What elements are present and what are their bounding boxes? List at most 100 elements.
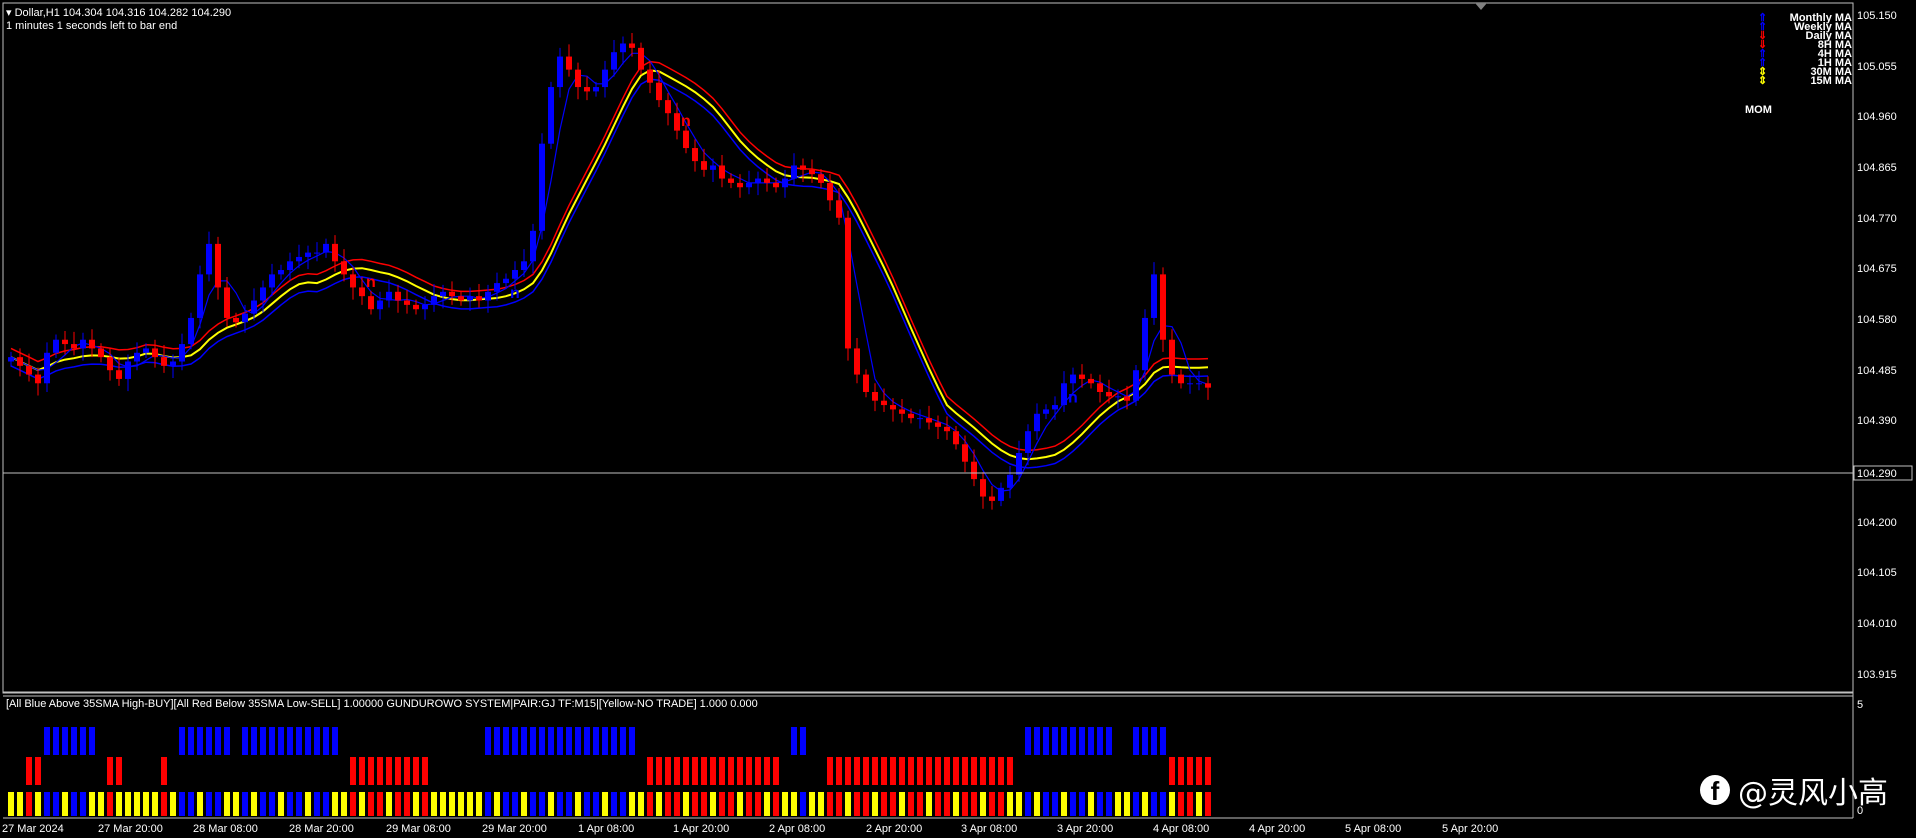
buy-signal-bar — [593, 727, 599, 755]
candle-body — [323, 243, 329, 253]
trend-signal-bar — [1106, 792, 1112, 816]
sell-signal-bar — [755, 757, 761, 785]
candle-body — [710, 165, 716, 170]
time-axis[interactable]: 27 Mar 2024 27 Mar 20:00 28 Mar 08:00 28… — [2, 823, 1498, 835]
buy-signal-bar — [611, 727, 617, 755]
trend-signal-bar — [854, 792, 860, 816]
candle-body — [746, 182, 752, 188]
candle-body — [134, 352, 140, 362]
sell-signal-bar — [971, 757, 977, 785]
trend-signal-bar — [638, 792, 644, 816]
time-label: 4 Apr 20:00 — [1249, 823, 1305, 835]
trend-signal-bar — [521, 792, 527, 816]
trend-signal-bar — [314, 792, 320, 816]
sell-signal-bar — [413, 757, 419, 785]
candle-body — [755, 178, 761, 183]
shift-marker-icon[interactable] — [1475, 3, 1487, 10]
price-tick: 104.010 — [1857, 618, 1897, 630]
sell-signal-bar — [116, 757, 122, 785]
candle-body — [584, 87, 590, 92]
buy-signal-bar — [1061, 727, 1067, 755]
sell-signal-bar — [719, 757, 725, 785]
time-label: 27 Mar 20:00 — [98, 823, 163, 835]
candle-body — [908, 413, 914, 419]
time-label: 3 Apr 20:00 — [1057, 823, 1113, 835]
sell-signal-bar — [1196, 757, 1202, 785]
trend-signal-bar — [26, 792, 32, 816]
candle-body — [377, 300, 383, 310]
trend-signal-bar — [827, 792, 833, 816]
trend-signal-bar — [1025, 792, 1031, 816]
trend-signal-bar — [530, 792, 536, 816]
price-axis[interactable]: 105.150 105.055 104.960 104.865 104.770 … — [1857, 10, 1897, 817]
trend-signal-bar — [458, 792, 464, 816]
trend-signal-bar — [197, 792, 203, 816]
buy-signal-bar — [296, 727, 302, 755]
candle-body — [638, 47, 644, 70]
candle-body — [71, 344, 77, 349]
candle-body — [863, 374, 869, 392]
candle-body — [521, 261, 527, 271]
time-label: 2 Apr 08:00 — [769, 823, 825, 835]
buy-signal-bar — [1097, 727, 1103, 755]
candle-body — [800, 165, 806, 170]
trend-signal-bar — [773, 792, 779, 816]
dropdown-triangle-icon[interactable]: ▾ — [6, 7, 12, 19]
trend-signal-bar — [251, 792, 257, 816]
candle-body — [674, 113, 680, 131]
time-label: 3 Apr 08:00 — [961, 823, 1017, 835]
buy-signal-bar — [53, 727, 59, 755]
buy-signal-bar — [1052, 727, 1058, 755]
price-chart[interactable]: n n n n 104.290 105.150 105.055 104.960 104… — [0, 0, 1916, 838]
buy-signal-bar — [206, 727, 212, 755]
candle-body — [620, 43, 626, 53]
symbol-header[interactable]: ▾ Dollar,H1 104.304 104.316 104.282 104.… — [6, 6, 231, 19]
trend-signal-bar — [224, 792, 230, 816]
buy-signal-bar — [44, 727, 50, 755]
candle-body — [890, 405, 896, 410]
trend-signal-bar — [413, 792, 419, 816]
main-chart-frame — [2, 2, 1854, 694]
sell-signal-bar — [161, 757, 167, 785]
trend-signal-bar — [89, 792, 95, 816]
watermark: f @灵风小高 — [1700, 768, 1888, 812]
legend-item: ⇕ 15M MA — [1758, 75, 1852, 87]
trend-signal-bar — [1034, 792, 1040, 816]
sell-signal-bar — [35, 757, 41, 785]
candle-body — [557, 56, 563, 88]
trend-signal-bar — [296, 792, 302, 816]
sell-signal-bar — [368, 757, 374, 785]
indicator-title: [All Blue Above 35SMA High-BUY][All Red … — [6, 698, 758, 710]
price-tick: 104.865 — [1857, 162, 1897, 174]
trend-signal-bar — [8, 792, 14, 816]
candle-body — [629, 43, 635, 48]
trend-signal-bar — [1070, 792, 1076, 816]
trend-signal-bar — [980, 792, 986, 816]
candle-body — [449, 291, 455, 297]
candle-body — [872, 391, 878, 401]
trend-signal-bar — [395, 792, 401, 816]
candle-body — [44, 352, 50, 384]
sell-signal-bar — [359, 757, 365, 785]
candle-body — [1007, 474, 1013, 488]
candle-body — [1142, 317, 1148, 371]
candle-body — [1097, 383, 1103, 392]
buy-signal-bar — [323, 727, 329, 755]
trend-signal-bar — [440, 792, 446, 816]
trend-signal-bar — [1097, 792, 1103, 816]
candle-body — [278, 270, 284, 275]
buy-signal-bar — [1133, 727, 1139, 755]
candle-body — [611, 52, 617, 70]
trend-signal-bar — [260, 792, 266, 816]
trend-signal-bar — [836, 792, 842, 816]
sell-signal-bar — [26, 757, 32, 785]
candle-body — [827, 182, 833, 201]
price-tick: 104.580 — [1857, 314, 1897, 326]
candle-body — [926, 418, 932, 423]
candle-body — [170, 361, 176, 366]
trend-signal-bar — [1187, 792, 1193, 816]
trend-signal-bar — [1160, 792, 1166, 816]
candle-body — [341, 261, 347, 275]
trend-signal-bar — [737, 792, 743, 816]
candle-body — [1016, 452, 1022, 475]
